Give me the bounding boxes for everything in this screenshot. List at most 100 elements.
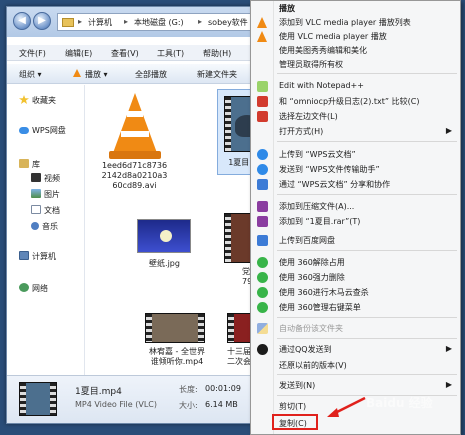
copy-highlight-box [272,414,318,430]
menu-item-label: 使用 360强力删除 [279,273,345,282]
menu-separator [277,374,457,375]
file-item[interactable]: 林宥嘉 - 全世界 谁倾听你.mp4 [137,313,217,375]
menu-item-label: 发送到 “WPS文件传输助手” [279,165,380,174]
title-bar: ◀ ▶ ▸ 计算机 ▸ 本地磁盘 (G:) ▸ sobey软件 [7,7,281,37]
share-icon [257,179,268,190]
menu-separator [277,73,457,74]
menu-item-360-manage-menu[interactable]: 使用 360管理右键菜单 [251,300,460,315]
menu-help[interactable]: 帮助(H) [203,48,231,59]
menu-item-restore-versions[interactable]: 还原以前的版本(V) [251,358,460,373]
menu-item-add-archive[interactable]: 添加到压缩文件(A)... [251,199,460,214]
organize-button[interactable]: 组织 ▾ [19,69,42,80]
menu-item-label: 使用美图秀秀编辑和美化 [279,46,367,55]
detail-size-label: 大小: [179,401,198,410]
menu-item-label: 使用 360解除占用 [279,258,345,267]
menu-item-send-to[interactable]: 发送到(N) ▶ [251,378,460,393]
nav-item-documents[interactable]: 文档 [31,205,60,217]
compare-icon [257,96,268,107]
menu-item-take-ownership[interactable]: 管理员取得所有权 [251,57,460,72]
menu-item-label: 还原以前的版本(V) [279,361,347,370]
menu-separator [277,194,457,195]
menu-item-open-with[interactable]: 打开方式(H) ▶ [251,124,460,139]
menu-item-vlc-add-playlist[interactable]: 添加到 VLC media player 播放列表 [251,15,460,30]
nav-label: 视频 [44,174,60,183]
menu-edit[interactable]: 编辑(E) [65,48,92,59]
menu-item-wps-send[interactable]: 发送到 “WPS文件传输助手” [251,162,460,177]
file-item[interactable]: 1eed6d71c8736 2142d8a0210a3 60cd89.avi [87,85,182,195]
context-menu: 播放 添加到 VLC media player 播放列表 使用 VLC medi… [250,0,461,435]
menu-item-vlc-play[interactable]: 使用 VLC media player 播放 [251,29,460,44]
menu-item-add-rar[interactable]: 添加到 “1夏目.rar”(T) [251,214,460,229]
menu-item-play[interactable]: 播放 [251,1,460,16]
detail-size: 6.14 MB [205,400,238,409]
back-icon[interactable]: ◀ [13,12,31,30]
menu-item-label: 发送到(N) [279,381,316,390]
nav-item-libraries[interactable]: 库 [19,159,40,171]
nav-label: WPS网盘 [32,126,66,135]
menu-item-label: 剪切(T) [279,402,307,411]
file-name-line: 谁倾听你.mp4 [150,357,204,366]
menu-item-compare[interactable]: 和 “omniocp升级日志(2).txt” 比较(C) [251,94,460,109]
breadcrumb-drive[interactable]: 本地磁盘 (G:) [134,17,184,28]
vlc-icon [257,17,267,28]
cloud-icon [19,127,29,134]
play-all-button[interactable]: 全部播放 [135,69,167,80]
detail-type: MP4 Video File (VLC) [75,400,158,409]
menu-file[interactable]: 文件(F) [19,48,46,59]
library-icon [19,159,29,168]
chevron-right-icon: ▸ [78,17,83,26]
vlc-icon [257,31,267,42]
nav-item-music[interactable]: 音乐 [31,221,58,233]
nav-label: 图片 [44,190,60,199]
menu-item-label: 通过QQ发送到 [279,345,332,354]
menu-item-select-left[interactable]: 选择左边文件(L) [251,109,460,124]
menu-item-360-delete[interactable]: 使用 360强力删除 [251,270,460,285]
breadcrumb-folder[interactable]: sobey软件 [208,17,248,28]
address-bar[interactable]: ▸ 计算机 ▸ 本地磁盘 (G:) ▸ sobey软件 [57,13,279,31]
menu-separator [277,317,457,318]
command-bar: 组织 ▾ 播放 ▾ 全部播放 新建文件夹 [7,64,281,84]
nav-item-computer[interactable]: 计算机 [19,251,56,263]
nav-item-network[interactable]: 网络 [19,283,48,295]
video-thumbnail [19,382,57,416]
menu-item-label: 和 “omniocp升级日志(2).txt” 比较(C) [279,97,420,106]
menu-item-label: 管理员取得所有权 [279,60,343,69]
qq-icon [257,344,268,355]
menu-bar: 文件(F) 编辑(E) 查看(V) 工具(T) 帮助(H) [7,45,281,61]
menu-item-label: 使用 VLC media player 播放 [279,32,387,41]
nav-item-pictures[interactable]: 图片 [31,189,60,201]
menu-item-notepadpp[interactable]: Edit with Notepad++ [251,79,460,94]
detail-length: 00:01:09 [205,384,241,393]
menu-item-wps-share[interactable]: 通过 “WPS云文档” 分享和协作 [251,177,460,192]
menu-item-360-unlock[interactable]: 使用 360解除占用 [251,255,460,270]
menu-item-qq-send[interactable]: 通过QQ发送到 ▶ [251,342,460,357]
menu-item-baidu-upload[interactable]: 上传到百度网盘 [251,233,460,248]
file-item[interactable]: 壁纸.jpg [127,215,202,275]
file-name-line: 2142d8a0210a3 [101,171,168,180]
music-icon [31,222,39,230]
computer-icon [19,251,29,260]
forward-icon[interactable]: ▶ [33,12,51,30]
menu-item-label: 上传到百度网盘 [279,236,335,245]
menu-item-360-scan[interactable]: 使用 360进行木马云查杀 [251,285,460,300]
menu-separator [277,338,457,339]
menu-item-wps-upload[interactable]: 上传到 “WPS云文档” [251,147,460,162]
play-button[interactable]: 播放 ▾ [85,69,108,80]
detail-filename: 1夏目.mp4 [75,387,122,397]
breadcrumb-computer[interactable]: 计算机 [88,17,112,28]
details-pane: 1夏目.mp4 MP4 Video File (VLC) 长度: 00:01:0… [7,375,281,423]
chevron-right-icon: ▶ [445,380,452,389]
menu-item-label: 打开方式(H) [279,127,324,136]
menu-item-meitu[interactable]: 使用美图秀秀编辑和美化 [251,43,460,58]
nav-item-wps-drive[interactable]: WPS网盘 [19,125,66,137]
new-folder-button[interactable]: 新建文件夹 [197,69,237,80]
menu-item-label: 选择左边文件(L) [279,112,338,121]
notepad-icon [257,81,268,92]
menu-tools[interactable]: 工具(T) [157,48,184,59]
wps-cloud-icon [257,164,268,175]
nav-item-videos[interactable]: 视频 [31,173,60,185]
menu-view[interactable]: 查看(V) [111,48,139,59]
nav-label: 文档 [44,206,60,215]
backup-icon [257,323,268,334]
nav-item-favorites[interactable]: 收藏夹 [19,95,56,107]
